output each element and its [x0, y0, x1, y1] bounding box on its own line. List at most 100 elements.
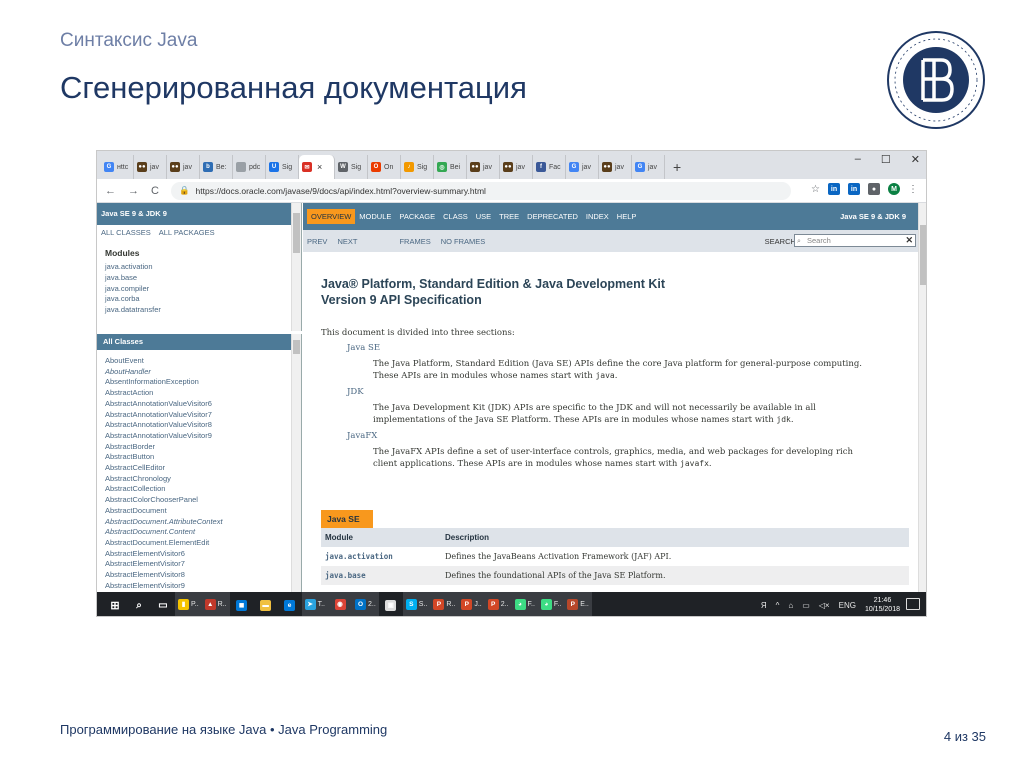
- nav-overview[interactable]: OVERVIEW: [307, 209, 356, 224]
- profile-icon[interactable]: ●: [868, 183, 880, 195]
- class-link[interactable]: AbstractAnnotationValueVisitor7: [97, 410, 301, 421]
- main-scrollbar[interactable]: [918, 203, 926, 592]
- browser-tab[interactable]: ●● jav: [167, 155, 200, 179]
- browser-tab[interactable]: b Be:: [200, 155, 233, 179]
- section-link[interactable]: JDK: [347, 387, 364, 397]
- browser-tab[interactable]: ●● jav: [500, 155, 533, 179]
- nav-class[interactable]: CLASS: [439, 209, 472, 224]
- taskbar-item[interactable]: S S..: [402, 592, 431, 616]
- tray-icon[interactable]: ENG: [839, 601, 856, 610]
- taskbar-item[interactable]: ▣: [379, 592, 403, 616]
- close-window-button[interactable]: ✕: [911, 153, 920, 166]
- browser-tab[interactable]: ♪ Sig: [401, 155, 434, 179]
- taskbar-item[interactable]: ▬: [254, 592, 278, 616]
- taskbar-item[interactable]: P E..: [564, 592, 592, 616]
- taskbar-item[interactable]: P R..: [430, 592, 459, 616]
- all-packages-link[interactable]: ALL PACKAGES: [159, 228, 215, 237]
- browser-tab[interactable]: ✉ ×: [299, 155, 335, 179]
- taskbar-item[interactable]: P 2..: [484, 592, 512, 616]
- module-link[interactable]: java.datatransfer: [97, 305, 301, 316]
- module-link[interactable]: java.base: [97, 273, 301, 284]
- menu-icon[interactable]: ⋮: [908, 184, 918, 195]
- browser-tab[interactable]: W Sig: [335, 155, 368, 179]
- taskbar-item[interactable]: ⌕: [127, 592, 151, 616]
- tray-icon[interactable]: ◁×: [819, 601, 830, 610]
- classes-scrollbar[interactable]: [291, 334, 301, 592]
- nav-module[interactable]: MODULE: [355, 209, 395, 224]
- class-link[interactable]: AbstractCollection: [97, 484, 301, 495]
- taskbar-item[interactable]: ◕ F..: [537, 592, 565, 616]
- class-link[interactable]: AboutHandler: [97, 367, 301, 378]
- forward-icon[interactable]: →: [128, 185, 139, 197]
- module-link[interactable]: java.corba: [97, 294, 301, 305]
- nav-package[interactable]: PACKAGE: [395, 209, 439, 224]
- clear-search-icon[interactable]: ✕: [905, 235, 913, 246]
- taskbar-item[interactable]: ◼: [230, 592, 254, 616]
- browser-tab[interactable]: Gjav: [566, 155, 599, 179]
- new-tab-button[interactable]: +: [673, 155, 681, 179]
- tray-icon[interactable]: Я: [761, 601, 767, 610]
- class-link[interactable]: AbstractElementVisitor6: [97, 549, 301, 560]
- class-link[interactable]: AbstractDocument.AttributeContext: [97, 517, 301, 528]
- nav-deprecated[interactable]: DEPRECATED: [523, 209, 582, 224]
- taskbar-item[interactable]: ◉: [328, 592, 352, 616]
- url-field[interactable]: 🔒 https://docs.oracle.com/javase/9/docs/…: [170, 181, 791, 200]
- taskbar-item[interactable]: ▮ P..: [175, 592, 202, 616]
- bookmark-star-icon[interactable]: ☆: [811, 184, 820, 195]
- class-link[interactable]: AbstractAction: [97, 388, 301, 399]
- class-link[interactable]: AbstractButton: [97, 452, 301, 463]
- tray-icon[interactable]: ⌂: [788, 601, 793, 610]
- taskbar-item[interactable]: ▲ R..: [201, 592, 230, 616]
- section-link[interactable]: JavaFX: [347, 431, 377, 441]
- browser-tab[interactable]: U Sig: [266, 155, 299, 179]
- section-link[interactable]: Java SE: [347, 343, 380, 353]
- next-link[interactable]: NEXT: [337, 237, 357, 246]
- nav-use[interactable]: USE: [472, 209, 495, 224]
- class-link[interactable]: AbstractChronology: [97, 474, 301, 485]
- linkedin-icon[interactable]: in: [828, 183, 840, 195]
- nav-tree[interactable]: TREE: [495, 209, 523, 224]
- browser-tab[interactable]: ●● jav: [467, 155, 500, 179]
- class-link[interactable]: AbstractDocument: [97, 506, 301, 517]
- action-center-icon[interactable]: [906, 598, 920, 610]
- browser-tab[interactable]: ●● jav: [599, 155, 632, 179]
- browser-tab[interactable]: ◎ Bei: [434, 155, 467, 179]
- maximize-button[interactable]: ☐: [881, 153, 891, 166]
- class-link[interactable]: AbstractAnnotationValueVisitor8: [97, 420, 301, 431]
- browser-tab[interactable]: O On: [368, 155, 401, 179]
- module-name-link[interactable]: java.base: [321, 571, 441, 580]
- taskbar-item[interactable]: ➤ T..: [301, 592, 328, 616]
- minimize-button[interactable]: –: [855, 153, 861, 166]
- class-link[interactable]: AbstractCellEditor: [97, 463, 301, 474]
- browser-tab[interactable]: Gнttc: [101, 155, 134, 179]
- tray-icon[interactable]: ▭: [802, 601, 810, 610]
- linkedin-icon[interactable]: in: [848, 183, 860, 195]
- class-link[interactable]: AbstractDocument.Content: [97, 527, 301, 538]
- class-link[interactable]: AbstractElementVisitor8: [97, 570, 301, 581]
- all-classes-link[interactable]: ALL CLASSES: [101, 228, 151, 237]
- taskbar-item[interactable]: O 2..: [352, 592, 379, 616]
- class-link[interactable]: AbstractBorder: [97, 442, 301, 453]
- frames-link[interactable]: FRAMES: [399, 237, 430, 246]
- class-link[interactable]: AbstractAnnotationValueVisitor9: [97, 431, 301, 442]
- nav-index[interactable]: INDEX: [582, 209, 613, 224]
- back-icon[interactable]: ←: [105, 185, 116, 197]
- clock[interactable]: 21:46 10/15/2018: [865, 596, 900, 614]
- class-link[interactable]: AbstractColorChooserPanel: [97, 495, 301, 506]
- taskbar-item[interactable]: e: [278, 592, 302, 616]
- class-link[interactable]: AbstractDocument.ElementEdit: [97, 538, 301, 549]
- module-link[interactable]: java.compiler: [97, 284, 301, 295]
- browser-tab[interactable]: Gjav: [632, 155, 665, 179]
- taskbar-item[interactable]: ⊞: [103, 592, 127, 616]
- taskbar-item[interactable]: P J..: [458, 592, 485, 616]
- class-link[interactable]: AbstractAnnotationValueVisitor6: [97, 399, 301, 410]
- prev-link[interactable]: PREV: [307, 237, 327, 246]
- modules-scrollbar[interactable]: [291, 203, 301, 331]
- search-input[interactable]: ⌕ Search ✕: [794, 234, 916, 247]
- avatar-icon[interactable]: M: [888, 183, 900, 195]
- browser-tab[interactable]: f Fac: [533, 155, 566, 179]
- class-link[interactable]: AbstractElementVisitor9: [97, 581, 301, 592]
- browser-tab[interactable]: pdc: [233, 155, 266, 179]
- class-link[interactable]: AbsentInformationException: [97, 377, 301, 388]
- nav-help[interactable]: HELP: [613, 209, 641, 224]
